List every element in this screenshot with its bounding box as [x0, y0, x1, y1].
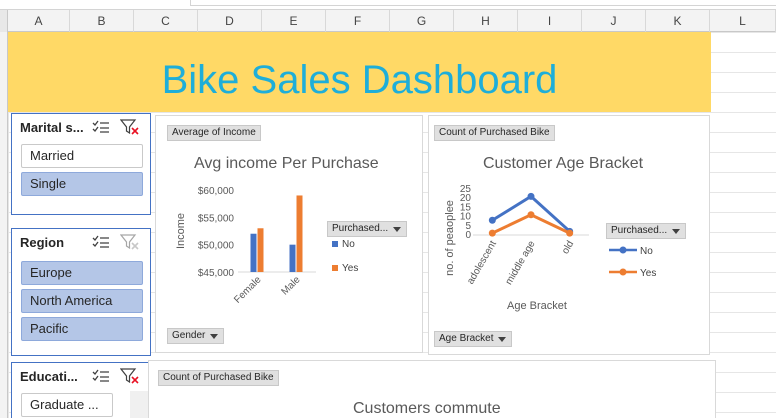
column-header-k[interactable]: K [646, 10, 710, 32]
commute-chart-panel[interactable]: Count of Purchased Bike Customers commut… [148, 360, 716, 418]
value-field-button[interactable]: Count of Purchased Bike [434, 125, 555, 141]
column-header-b[interactable]: B [70, 10, 134, 32]
x-tick-label: adolescent [465, 239, 499, 287]
multi-select-icon[interactable] [92, 120, 110, 134]
column-header-f[interactable]: F [326, 10, 390, 32]
legend-marker-no [332, 241, 338, 247]
slicer-scrollbar[interactable] [130, 391, 150, 418]
legend-label: Yes [342, 263, 358, 274]
x-tick-label: Female [232, 274, 264, 306]
slicer-marital-status[interactable]: Marital s... Married Single [11, 113, 151, 215]
y-tick-label: $55,000 [198, 213, 235, 224]
axis-field-button[interactable]: Age Bracket [434, 331, 513, 347]
column-header-h[interactable]: H [454, 10, 518, 32]
multi-select-icon[interactable] [92, 369, 110, 383]
formula-bar-strip [0, 0, 776, 10]
bar-yes-female [257, 228, 264, 272]
slicer-item-north-america[interactable]: North America [21, 289, 143, 313]
legend-marker-yes [332, 265, 338, 271]
point-yes-2 [566, 229, 574, 237]
y-tick-label: 25 [460, 184, 472, 195]
chart-title: Avg income Per Purchase [194, 155, 379, 172]
legend-label: No [342, 239, 355, 250]
axis-field-button[interactable]: Gender [167, 328, 225, 344]
slicer-item-single[interactable]: Single [21, 172, 143, 196]
column-header-g[interactable]: G [390, 10, 454, 32]
legend-label: Yes [640, 268, 656, 279]
column-header-a[interactable]: A [8, 10, 70, 32]
select-all-corner[interactable] [0, 10, 8, 32]
column-header-row: A B C D E F G H I J K L [0, 10, 776, 32]
slicer-header-region: Region [20, 235, 65, 250]
clear-filter-icon-disabled [120, 234, 139, 250]
legend-marker-no [619, 246, 627, 254]
slicer-item-married[interactable]: Married [21, 144, 143, 168]
slicer-header-marital: Marital s... [20, 120, 84, 135]
value-field-button[interactable]: Count of Purchased Bike [158, 370, 279, 386]
chart-title: Customers commute [353, 400, 501, 417]
multi-select-icon[interactable] [92, 235, 110, 249]
slicer-education[interactable]: Educati... Graduate ... [11, 362, 151, 418]
clear-filter-icon[interactable] [120, 367, 140, 385]
point-no-0 [488, 216, 496, 224]
legend-marker-yes [619, 268, 627, 276]
legend-label: No [640, 246, 653, 257]
y-tick-label: $45,000 [198, 268, 235, 279]
slicer-region[interactable]: Region Europe North America Pacific [11, 228, 151, 356]
slicer-item-graduate[interactable]: Graduate ... [21, 393, 113, 417]
column-header-j[interactable]: J [582, 10, 646, 32]
point-no-1 [527, 192, 535, 200]
value-field-button[interactable]: Average of Income [167, 125, 261, 141]
x-tick-label: old [560, 239, 576, 256]
chart-title: Customer Age Bracket [483, 155, 644, 172]
point-yes-1 [527, 211, 535, 219]
bar-yes-male [296, 195, 303, 272]
column-header-e[interactable]: E [262, 10, 326, 32]
y-axis-title: no. of peaoplee [444, 200, 456, 276]
point-yes-0 [488, 229, 496, 237]
income-chart-plot: $45,000 $50,000 $55,000 $60,000 Income Female… [175, 186, 358, 306]
x-tick-label: middle age [504, 239, 538, 287]
column-header-i[interactable]: I [518, 10, 582, 32]
legend-field-button[interactable]: Purchased... [606, 223, 687, 239]
age-chart-panel[interactable]: Count of Purchased Bike Customer Age Bra… [428, 115, 710, 355]
y-tick-label: $60,000 [198, 186, 235, 197]
income-chart-panel[interactable]: Average of Income Avg income Per Purchas… [155, 115, 423, 353]
formula-bar[interactable] [190, 0, 776, 6]
y-tick-label: $50,000 [198, 241, 235, 252]
column-header-c[interactable]: C [134, 10, 198, 32]
clear-filter-icon[interactable] [120, 118, 140, 136]
dashboard-title: Bike Sales Dashboard [161, 58, 558, 102]
slicer-header-education: Educati... [20, 369, 78, 384]
row-header-column [0, 32, 8, 418]
column-header-d[interactable]: D [198, 10, 262, 32]
bar-no-female [250, 233, 257, 272]
age-chart-plot: 0510152025no. of peaoplee adolescent middl… [444, 184, 656, 312]
x-tick-label: Male [280, 274, 303, 297]
legend-field-button[interactable]: Purchased... [327, 221, 408, 237]
bar-no-male [289, 244, 296, 272]
y-axis-title: Income [175, 213, 187, 249]
x-axis-title: Age Bracket [507, 300, 567, 312]
dashboard-title-band: Bike Sales Dashboard [8, 32, 711, 112]
slicer-item-europe[interactable]: Europe [21, 261, 143, 285]
column-header-l[interactable]: L [710, 10, 776, 32]
slicer-item-pacific[interactable]: Pacific [21, 317, 143, 341]
